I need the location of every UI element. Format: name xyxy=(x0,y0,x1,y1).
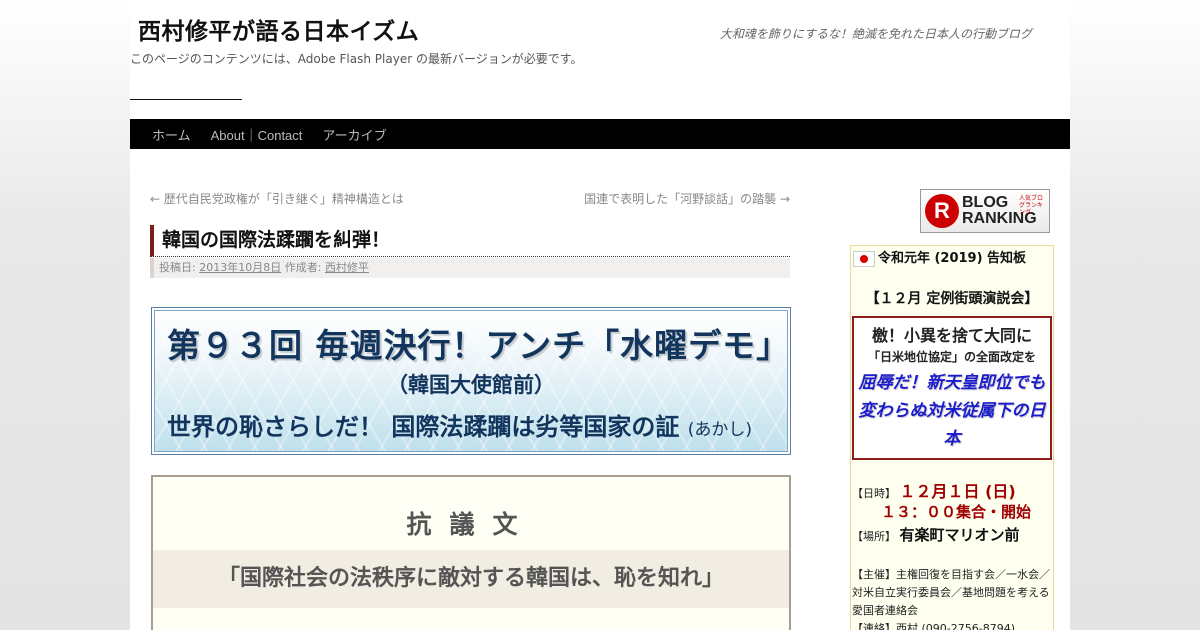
event-slogan-box: 檄！小異を捨て大同に 「日米地位協定」の全面改定を 屈辱だ！新天皇即位でも変わら… xyxy=(852,316,1052,460)
nav-about-contact[interactable]: About｜Contact xyxy=(201,125,313,144)
banner-slogan-text: 世界の恥さらしだ！ 国際法蹂躙は劣等国家の証 xyxy=(167,413,680,441)
time-value: １３：００集合・開始 xyxy=(881,503,1032,521)
event-place-row: 【場所】 有楽町マリオン前 xyxy=(852,524,1020,545)
banner-panel: 第９３回 毎週決行！アンチ「水曜デモ」 （韓国大使館前） 世界の恥さらしだ！ 国… xyxy=(154,310,791,452)
flash-player-notice: このページのコンテンツには、Adobe Flash Player の最新バージョ… xyxy=(130,52,583,66)
banner-headline: 第９３回 毎週決行！アンチ「水曜デモ」 xyxy=(167,326,791,365)
previous-post-link[interactable]: ← 歴代自民党政権が「引き継ぐ」精神構造とは xyxy=(150,190,404,207)
event-title: 【１２月 定例街頭演説会】 xyxy=(865,291,1039,307)
notice-title: 令和元年 (2019) 告知板 xyxy=(877,251,1027,266)
site-title[interactable]: 西村修平が語る日本イズム xyxy=(138,12,419,46)
protest-heading: 抗議文 xyxy=(406,510,536,539)
organizer-label: 【主催】 xyxy=(852,568,896,581)
slogan-line2: 「日米地位協定」の全面改定を xyxy=(867,350,1036,364)
nav-home[interactable]: ホーム xyxy=(142,125,201,144)
meta-posted-label: 投稿日: xyxy=(159,261,196,274)
entry-title: 韓国の国際法蹂躙を糾弾！ xyxy=(150,225,790,257)
contact-label: 【連絡】 xyxy=(852,622,896,630)
ranking-logo-icon: R xyxy=(925,194,959,228)
entry-meta: 投稿日: 2013年10月8日 作成者: 西村修平 xyxy=(150,258,790,278)
banner-slogan-reading: (あかし) xyxy=(687,420,752,440)
site-description: 大和魂を飾りにするな！絶滅を免れた日本人の行動ブログ xyxy=(719,27,1032,41)
banner-location: （韓国大使館前） xyxy=(387,373,555,397)
date-value: １２月１日 (日) xyxy=(899,482,1016,501)
place-label: 【場所】 xyxy=(852,530,896,543)
contact-text: 【連絡】西村 (090-2756-8794) xyxy=(852,620,1015,630)
notice-board: 令和元年 (2019) 告知板 【１２月 定例街頭演説会】 檄！小異を捨て大同に… xyxy=(850,245,1054,630)
meta-author-label: 作成者: xyxy=(284,261,322,274)
slogan-line1: 檄！小異を捨て大同に xyxy=(871,326,1032,345)
next-post-link[interactable]: 国連で表明した「河野談話」の踏襲 → xyxy=(584,190,790,207)
organizer-text: 【主催】主権回復を目指す会／一水会／対米自立実行委員会／基地問題を考える愛国者連… xyxy=(852,566,1054,620)
main-nav: ホーム About｜Contact アーカイブ xyxy=(130,119,1070,149)
header-divider xyxy=(130,99,242,100)
page-container: 西村修平が語る日本イズム 大和魂を飾りにするな！絶滅を免れた日本人の行動ブログ … xyxy=(130,0,1070,630)
protest-letter: 抗議文 「国際社会の法秩序に敵対する韓国は、恥を知れ」 xyxy=(151,475,791,630)
slogan-line3: 屈辱だ！新天皇即位でも変わらぬ対米従属下の日本 xyxy=(858,373,1046,449)
place-value: 有楽町マリオン前 xyxy=(899,526,1020,544)
banner-slogan: 世界の恥さらしだ！ 国際法蹂躙は劣等国家の証 (あかし) xyxy=(167,407,752,442)
event-date-row: 【日時】 １２月１日 (日) xyxy=(852,478,1016,502)
contact-value: 西村 (090-2756-8794) xyxy=(896,622,1016,630)
blog-ranking-badge[interactable]: R BLOG RANKING 人気ブログランキング xyxy=(920,189,1050,233)
author-link[interactable]: 西村修平 xyxy=(325,261,369,274)
post-date-link[interactable]: 2013年10月8日 xyxy=(199,261,281,274)
nav-archive[interactable]: アーカイブ xyxy=(312,125,396,144)
demo-banner: 第９３回 毎週決行！アンチ「水曜デモ」 （韓国大使館前） 世界の恥さらしだ！ 国… xyxy=(151,307,791,455)
date-label: 【日時】 xyxy=(852,487,896,500)
ranking-tiny-text: 人気ブログランキング xyxy=(1019,195,1044,216)
protest-subheading: 「国際社会の法秩序に敵対する韓国は、恥を知れ」 xyxy=(153,550,789,608)
